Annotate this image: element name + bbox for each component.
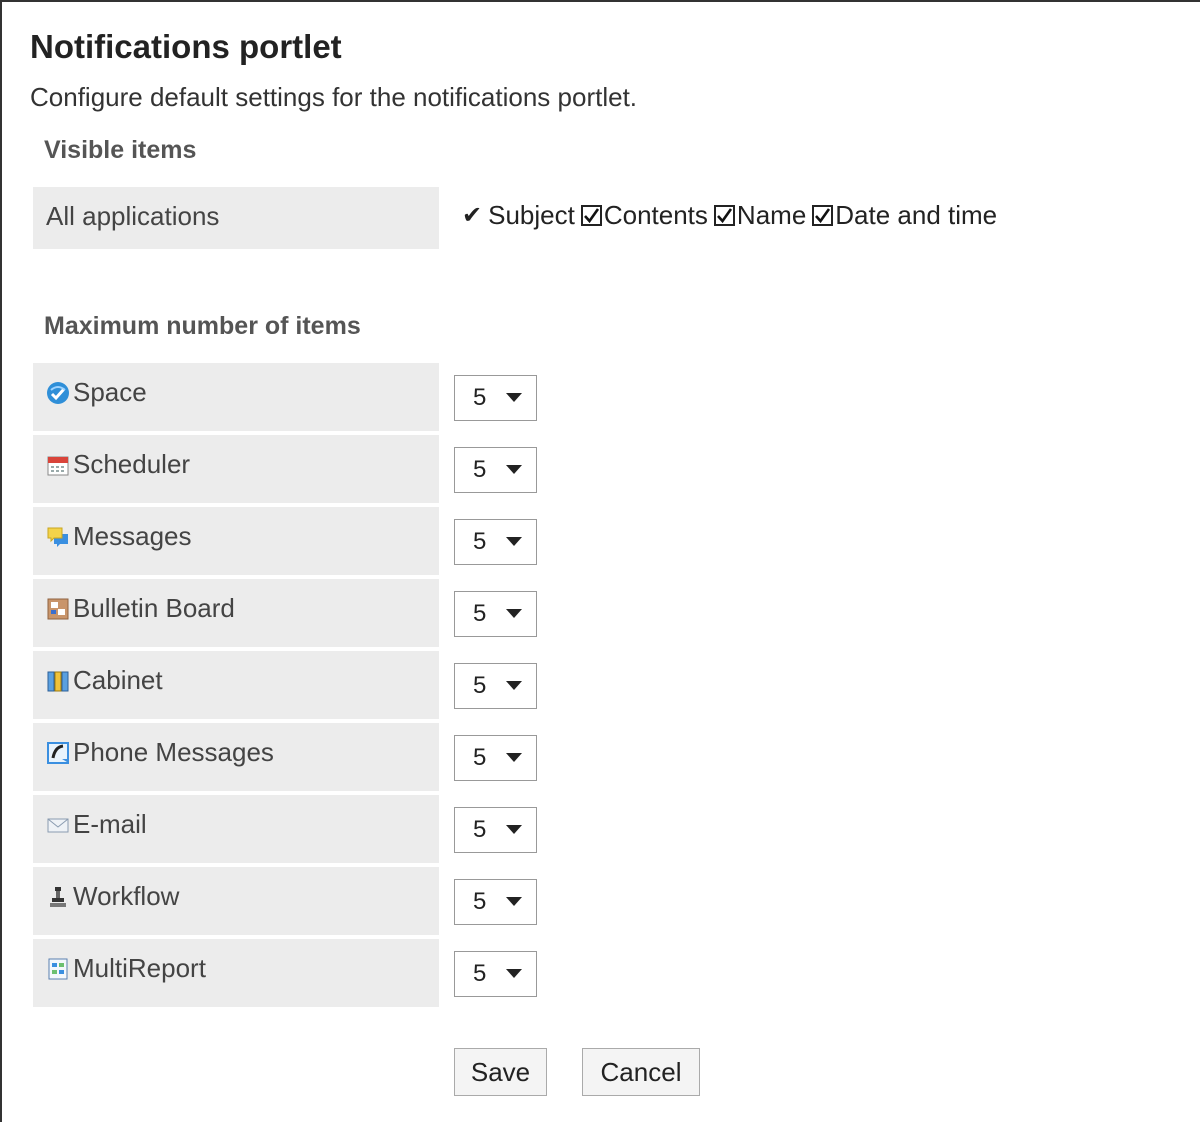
phone-messages-icon xyxy=(46,741,70,765)
max-items-row-label: MultiReport xyxy=(33,939,439,1007)
multireport-label: MultiReport xyxy=(73,953,206,983)
cabinet-count-value: 5 xyxy=(473,672,487,699)
messages-icon xyxy=(46,525,70,549)
bulletin-board-label: Bulletin Board xyxy=(73,593,235,623)
max-items-row-label: Workflow xyxy=(33,867,439,935)
messages-label: Messages xyxy=(73,521,192,551)
scheduler-icon xyxy=(46,453,70,477)
visible-items-options: ✔ Subject Contents Name Date and time xyxy=(462,200,1003,231)
scheduler-count-value: 5 xyxy=(473,456,487,483)
name-option[interactable]: Name xyxy=(713,200,806,231)
phone-messages-label: Phone Messages xyxy=(73,737,274,767)
multireport-count-value: 5 xyxy=(473,960,487,987)
multireport-count-select[interactable]: 5 xyxy=(454,951,537,997)
chevron-down-icon xyxy=(506,393,522,402)
max-items-row-label: Bulletin Board xyxy=(33,579,439,647)
subject-label: Subject xyxy=(488,200,575,230)
space-icon xyxy=(46,381,70,405)
page-description: Configure default settings for the notif… xyxy=(30,82,638,112)
subject-option: ✔ Subject xyxy=(462,200,575,231)
chevron-down-icon xyxy=(506,681,522,690)
phone-messages-count-value: 5 xyxy=(473,744,487,771)
cabinet-icon xyxy=(46,669,70,693)
workflow-label: Workflow xyxy=(73,881,180,911)
contents-option[interactable]: Contents xyxy=(580,200,708,231)
max-items-heading: Maximum number of items xyxy=(44,312,361,340)
space-count-select[interactable]: 5 xyxy=(454,375,537,421)
date-and-time-option[interactable]: Date and time xyxy=(812,200,997,231)
max-items-row-label: E-mail xyxy=(33,795,439,863)
max-items-row-label: Space xyxy=(33,363,439,431)
workflow-icon xyxy=(46,885,70,909)
chevron-down-icon xyxy=(506,465,522,474)
checkmark-icon: ✔ xyxy=(462,202,483,229)
chevron-down-icon xyxy=(506,969,522,978)
max-items-row-label: Messages xyxy=(33,507,439,575)
name-label[interactable]: Name xyxy=(737,200,806,231)
multireport-icon xyxy=(46,957,70,981)
workflow-count-value: 5 xyxy=(473,888,487,915)
name-checkbox[interactable] xyxy=(713,205,735,226)
all-applications-text: All applications xyxy=(46,201,220,231)
date-and-time-label[interactable]: Date and time xyxy=(835,200,997,231)
page-title: Notifications portlet xyxy=(30,28,342,65)
email-count-select[interactable]: 5 xyxy=(454,807,537,853)
space-label: Space xyxy=(73,377,147,407)
messages-count-select[interactable]: 5 xyxy=(454,519,537,565)
email-icon xyxy=(46,813,70,837)
chevron-down-icon xyxy=(506,537,522,546)
save-button[interactable]: Save xyxy=(454,1048,547,1096)
date-and-time-checkbox[interactable] xyxy=(812,205,834,226)
all-applications-label: All applications xyxy=(33,187,439,249)
max-items-row-label: Phone Messages xyxy=(33,723,439,791)
visible-items-heading: Visible items xyxy=(44,136,197,164)
max-items-row-label: Scheduler xyxy=(33,435,439,503)
contents-checkbox[interactable] xyxy=(580,205,602,226)
bulletin-board-count-value: 5 xyxy=(473,600,487,627)
phone-messages-count-select[interactable]: 5 xyxy=(454,735,537,781)
chevron-down-icon xyxy=(506,825,522,834)
messages-count-value: 5 xyxy=(473,528,487,555)
space-count-value: 5 xyxy=(473,384,487,411)
cabinet-label: Cabinet xyxy=(73,665,163,695)
chevron-down-icon xyxy=(506,609,522,618)
scheduler-count-select[interactable]: 5 xyxy=(454,447,537,493)
chevron-down-icon xyxy=(506,897,522,906)
email-count-value: 5 xyxy=(473,816,487,843)
scheduler-label: Scheduler xyxy=(73,449,191,479)
cancel-button[interactable]: Cancel xyxy=(582,1048,700,1096)
email-label: E-mail xyxy=(73,809,147,839)
chevron-down-icon xyxy=(506,753,522,762)
bulletin-board-icon xyxy=(46,597,70,621)
bulletin-board-count-select[interactable]: 5 xyxy=(454,591,537,637)
max-items-row-label: Cabinet xyxy=(33,651,439,719)
contents-label[interactable]: Contents xyxy=(604,200,708,231)
workflow-count-select[interactable]: 5 xyxy=(454,879,537,925)
cabinet-count-select[interactable]: 5 xyxy=(454,663,537,709)
